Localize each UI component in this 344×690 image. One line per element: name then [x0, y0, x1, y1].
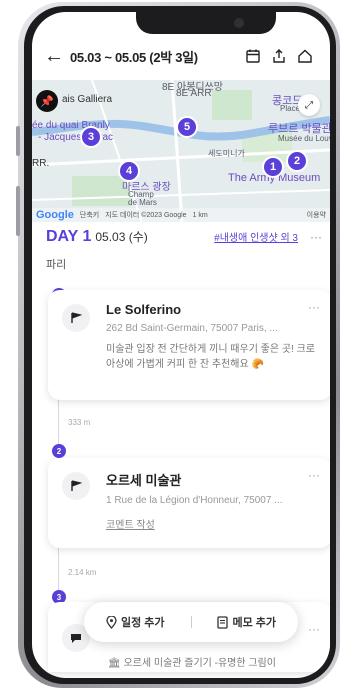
map-marker[interactable]: 1 — [262, 156, 284, 178]
trip-title: 05.03 ~ 05.05 (2박 3일) — [70, 49, 198, 65]
map-label: 세도미니가 — [208, 149, 245, 158]
distance-label: 333 m — [68, 418, 91, 427]
more-icon[interactable]: ··· — [310, 230, 322, 244]
day-date: 05.03 (수) — [95, 230, 148, 244]
camera — [234, 18, 244, 28]
add-memo-button[interactable]: 메모 추가 — [217, 614, 276, 630]
map-label: Musée du Louvre — [278, 134, 330, 143]
map-label: RR. — [32, 158, 50, 169]
map-label: de Mars — [128, 198, 157, 207]
write-comment-link[interactable]: 코멘트 작성 — [106, 516, 155, 531]
google-logo: Google — [36, 209, 74, 221]
place-title: 오르세 미술관 — [106, 473, 182, 488]
day-header: DAY 1 05.03 (수) #내생애 인생샷 외 3 ··· — [46, 228, 322, 252]
expand-map-icon[interactable]: ⤢ — [298, 94, 320, 116]
place-memo: 미술관 입장 전 간단하게 끼니 때우기 좋은 곳! 크로아상에 가볍게 커피 … — [106, 342, 318, 372]
map-label: ais Galliera — [62, 94, 113, 105]
map-marker[interactable]: 3 — [80, 126, 102, 148]
more-icon[interactable]: ··· — [308, 300, 320, 314]
flag-icon — [62, 472, 90, 500]
map-marker[interactable]: 5 — [176, 116, 198, 138]
notch — [136, 12, 276, 34]
share-icon[interactable] — [266, 48, 292, 64]
more-icon[interactable]: ··· — [308, 622, 320, 636]
map-attribution: Google 단축키 지도 데이터 ©2023 Google 1 km 이용약 — [32, 208, 330, 222]
place-card[interactable]: Le Solferino 262 Bd Saint-Germain, 75007… — [48, 290, 330, 400]
calendar-icon[interactable] — [240, 48, 266, 64]
floating-action-bar: 일정 추가 메모 추가 — [84, 602, 298, 642]
memo-text-content: 오르세 미술관 즐기기 -유명한 그림이 — [123, 658, 276, 669]
map-data-text: 지도 데이터 ©2023 Google — [105, 212, 187, 219]
shortcut-link[interactable]: 단축키 — [80, 210, 99, 220]
terms-link[interactable]: 이용약 — [307, 210, 330, 220]
day-label: DAY 1 — [46, 228, 92, 245]
map-marker[interactable]: 2 — [286, 150, 308, 172]
side-button — [16, 126, 20, 156]
item-number: 2 — [52, 444, 66, 458]
map-label: 8E ARR — [176, 88, 212, 99]
screen: ← 05.03 ~ 05.05 (2박 3일) 8E 아봉디쓰망 8E ARR … — [32, 12, 330, 678]
flag-icon — [62, 304, 90, 332]
location-pin-icon — [106, 615, 117, 629]
memo-icon — [217, 615, 229, 629]
more-icon[interactable]: ··· — [308, 468, 320, 482]
divider — [190, 616, 192, 628]
scale-text: 1 km — [192, 211, 208, 219]
add-memo-label: 메모 추가 — [232, 617, 276, 629]
map-view[interactable]: 8E 아봉디쓰망 8E ARR ais Galliera ée du quai … — [32, 80, 330, 222]
tag-link[interactable]: #내생애 인생샷 외 3 — [214, 229, 298, 244]
back-arrow-icon[interactable]: ← — [44, 45, 70, 68]
place-address: 262 Bd Saint-Germain, 75007 Paris, ... — [106, 323, 278, 334]
pin-icon[interactable]: 📌 — [36, 90, 58, 112]
place-address: 1 Rue de la Légion d'Honneur, 75007 ... — [106, 495, 283, 506]
side-button — [16, 186, 20, 236]
distance-label: 2.14 km — [68, 568, 97, 577]
place-card[interactable]: 오르세 미술관 1 Rue de la Légion d'Honneur, 75… — [48, 458, 330, 548]
memo-text: 미술관 입장 전 간단하게 끼니 때우기 좋은 곳! 크로아상에 가볍게 커피 … — [106, 344, 316, 370]
top-bar: ← 05.03 ~ 05.05 (2박 3일) — [32, 34, 330, 78]
map-marker[interactable]: 4 — [118, 160, 140, 182]
croissant-icon: 🥐 — [251, 359, 264, 370]
memo-text: 🏛 오르세 미술관 즐기기 -유명한 그림이 — [108, 658, 276, 669]
add-schedule-button[interactable]: 일정 추가 — [106, 614, 165, 630]
city-label: 파리 — [46, 259, 67, 271]
place-title: Le Solferino — [106, 302, 182, 317]
add-schedule-label: 일정 추가 — [121, 617, 165, 629]
home-icon[interactable] — [292, 48, 318, 64]
